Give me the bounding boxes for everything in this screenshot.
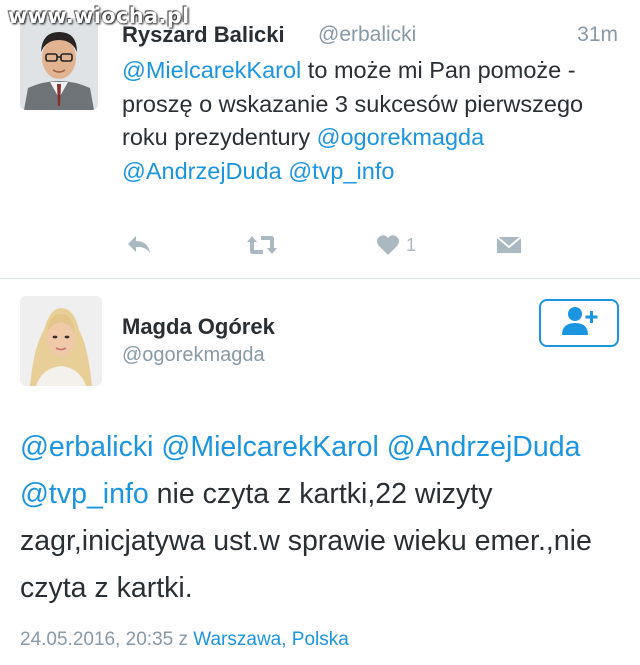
mention-link[interactable]: @AndrzejDuda [387,431,581,463]
author-handle[interactable]: @ogorekmagda [122,344,265,367]
tweet-date: 24.05.2016, 20:35 z [20,629,194,650]
reply-tweet: Ryszard Balicki @erbalicki 31m @Mielcare… [0,0,640,278]
tweet-actions: 1 [122,228,542,262]
mention-link[interactable]: @MielcarekKarol [122,57,301,83]
mention-link[interactable]: @MielcarekKarol [161,431,378,463]
reply-icon [126,234,152,256]
tweet-text: @MielcarekKarol to może mi Pan pomoże - … [122,54,622,188]
retweet-icon [246,233,278,257]
avatar[interactable] [20,18,98,110]
mention-link[interactable]: @tvp_info [288,158,394,184]
direct-message-button[interactable] [496,228,522,262]
heart-icon [376,234,400,256]
retweet-button[interactable] [246,228,278,262]
tweet-meta: 24.05.2016, 20:35 z Warszawa, Polska [20,629,349,651]
reply-button[interactable] [126,228,152,262]
tweet-text: @erbalicki @MielcarekKarol @AndrzejDuda … [20,424,630,612]
follow-user-icon [559,305,599,342]
author-handle[interactable]: @erbalicki [318,23,416,47]
watermark: www.wiocha.pl [8,4,190,28]
like-count: 1 [406,234,417,255]
avatar[interactable] [20,296,102,386]
mention-link[interactable]: @AndrzejDuda [122,158,282,184]
tweet-timestamp[interactable]: 31m [577,23,618,47]
direct-message-icon [496,234,522,256]
like-button[interactable]: 1 [376,228,416,262]
follow-button[interactable] [539,299,619,347]
author-name[interactable]: Magda Ogórek [122,314,275,340]
location-link[interactable]: Warszawa, Polska [193,629,349,650]
mention-link[interactable]: @erbalicki [20,431,153,463]
mention-link[interactable]: @ogorekmagda [317,124,485,150]
mention-link[interactable]: @tvp_info [20,478,149,510]
divider [0,278,640,279]
